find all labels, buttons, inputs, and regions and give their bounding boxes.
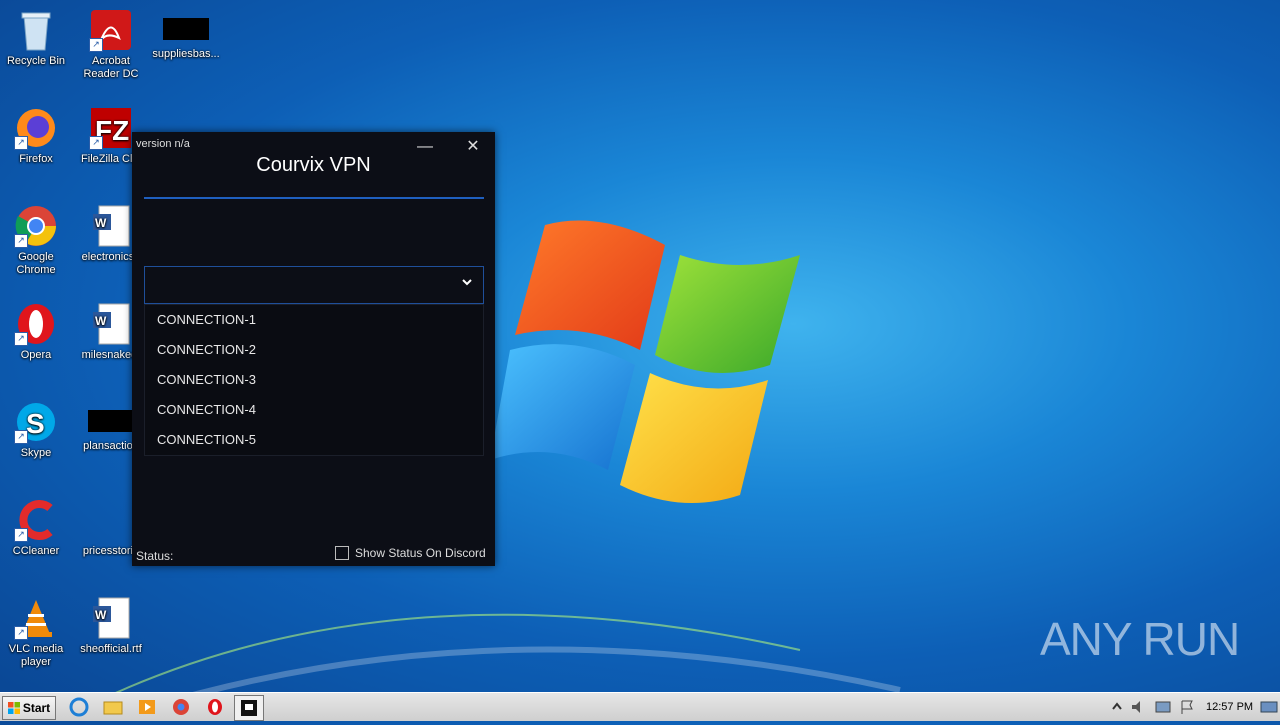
word-document-icon: W xyxy=(89,596,133,640)
svg-text:S: S xyxy=(26,408,45,439)
desktop-icon-firefox[interactable]: ↗ Firefox xyxy=(0,102,72,166)
connection-option-4[interactable]: CONNECTION-4 xyxy=(145,395,483,425)
desktop-icon-acrobat[interactable]: ↗ Acrobat Reader DC xyxy=(75,4,147,81)
start-label: Start xyxy=(22,701,51,715)
desktop-icon-recycle-bin[interactable]: Recycle Bin xyxy=(0,4,72,68)
opera-icon: ↗ xyxy=(14,302,58,346)
recycle-bin-icon xyxy=(14,8,58,52)
shortcut-arrow-icon: ↗ xyxy=(14,430,28,444)
acrobat-icon: ↗ xyxy=(89,8,133,52)
shortcut-arrow-icon: ↗ xyxy=(14,234,28,248)
show-hidden-icons-icon[interactable] xyxy=(1106,697,1128,717)
start-button[interactable]: Start xyxy=(2,696,56,720)
status-label: Status: xyxy=(136,549,174,563)
discord-checkbox-label: Show Status On Discord xyxy=(355,546,486,560)
version-label: version n/a xyxy=(136,138,190,150)
discord-checkbox[interactable] xyxy=(335,546,349,560)
taskbar-clock[interactable]: 12:57 PM xyxy=(1206,701,1253,713)
courvix-vpn-window: version n/a — ✕ Courvix VPN CONNECTION-1… xyxy=(132,132,495,566)
shortcut-arrow-icon: ↗ xyxy=(14,528,28,542)
desktop-icon-chrome[interactable]: ↗ Google Chrome xyxy=(0,200,72,277)
ccleaner-icon: ↗ xyxy=(14,498,58,542)
chevron-down-icon xyxy=(462,279,472,286)
taskbar: Start 12:57 PM xyxy=(0,692,1280,721)
file-thumbnail-icon xyxy=(88,410,134,432)
word-document-icon: W xyxy=(89,204,133,248)
opera-taskbar-icon[interactable] xyxy=(204,697,226,717)
shortcut-arrow-icon: ↗ xyxy=(14,136,28,150)
svg-text:W: W xyxy=(95,216,107,230)
connection-option-1[interactable]: CONNECTION-1 xyxy=(145,305,483,335)
connection-option-5[interactable]: CONNECTION-5 xyxy=(145,425,483,455)
connection-option-3[interactable]: CONNECTION-3 xyxy=(145,365,483,395)
desktop-icon-opera[interactable]: ↗ Opera xyxy=(0,298,72,362)
desktop-icon-vlc[interactable]: ↗ VLC media player xyxy=(0,592,72,669)
firefox-icon: ↗ xyxy=(14,106,58,150)
vpn-app-icon xyxy=(241,700,257,716)
file-thumbnail-icon xyxy=(163,18,209,40)
media-player-icon[interactable] xyxy=(136,697,158,717)
skype-icon: S ↗ xyxy=(14,400,58,444)
action-center-flag-icon[interactable] xyxy=(1176,697,1198,717)
network-icon[interactable] xyxy=(1152,697,1174,717)
word-document-icon: W xyxy=(89,302,133,346)
filezilla-icon: FZ ↗ xyxy=(89,106,133,150)
desktop-icon-sheofficial[interactable]: W sheofficial.rtf xyxy=(75,592,147,656)
shortcut-arrow-icon: ↗ xyxy=(89,38,103,52)
file-icon xyxy=(89,498,133,542)
internet-explorer-icon[interactable] xyxy=(68,697,90,717)
vlc-icon: ↗ xyxy=(14,596,58,640)
svg-text:W: W xyxy=(95,608,107,622)
connection-option-2[interactable]: CONNECTION-2 xyxy=(145,335,483,365)
window-title: Courvix VPN xyxy=(256,154,371,176)
windows-flag-icon xyxy=(7,702,20,714)
file-explorer-icon[interactable] xyxy=(102,697,124,717)
shortcut-arrow-icon: ↗ xyxy=(14,626,28,640)
shortcut-arrow-icon: ↗ xyxy=(89,136,103,150)
discord-status-toggle[interactable]: Show Status On Discord xyxy=(335,546,486,560)
title-divider xyxy=(144,197,484,199)
desktop-icon-suppliesbas[interactable]: suppliesbas... xyxy=(150,4,222,61)
desktop-icon-ccleaner[interactable]: ↗ CCleaner xyxy=(0,494,72,558)
chrome-icon: ↗ xyxy=(14,204,58,248)
volume-icon[interactable] xyxy=(1128,697,1150,717)
shortcut-arrow-icon: ↗ xyxy=(14,332,28,346)
connection-select[interactable] xyxy=(144,266,484,304)
windows-logo-wallpaper xyxy=(490,220,800,503)
svg-text:W: W xyxy=(95,314,107,328)
chrome-taskbar-icon[interactable] xyxy=(170,697,192,717)
anyrun-watermark: ANY RUN xyxy=(1040,613,1240,665)
connection-dropdown-list: CONNECTION-1 CONNECTION-2 CONNECTION-3 C… xyxy=(144,304,484,456)
show-desktop-icon[interactable] xyxy=(1258,697,1280,717)
desktop-icon-skype[interactable]: S ↗ Skype xyxy=(0,396,72,460)
courvix-vpn-taskbar-button[interactable] xyxy=(234,695,264,721)
